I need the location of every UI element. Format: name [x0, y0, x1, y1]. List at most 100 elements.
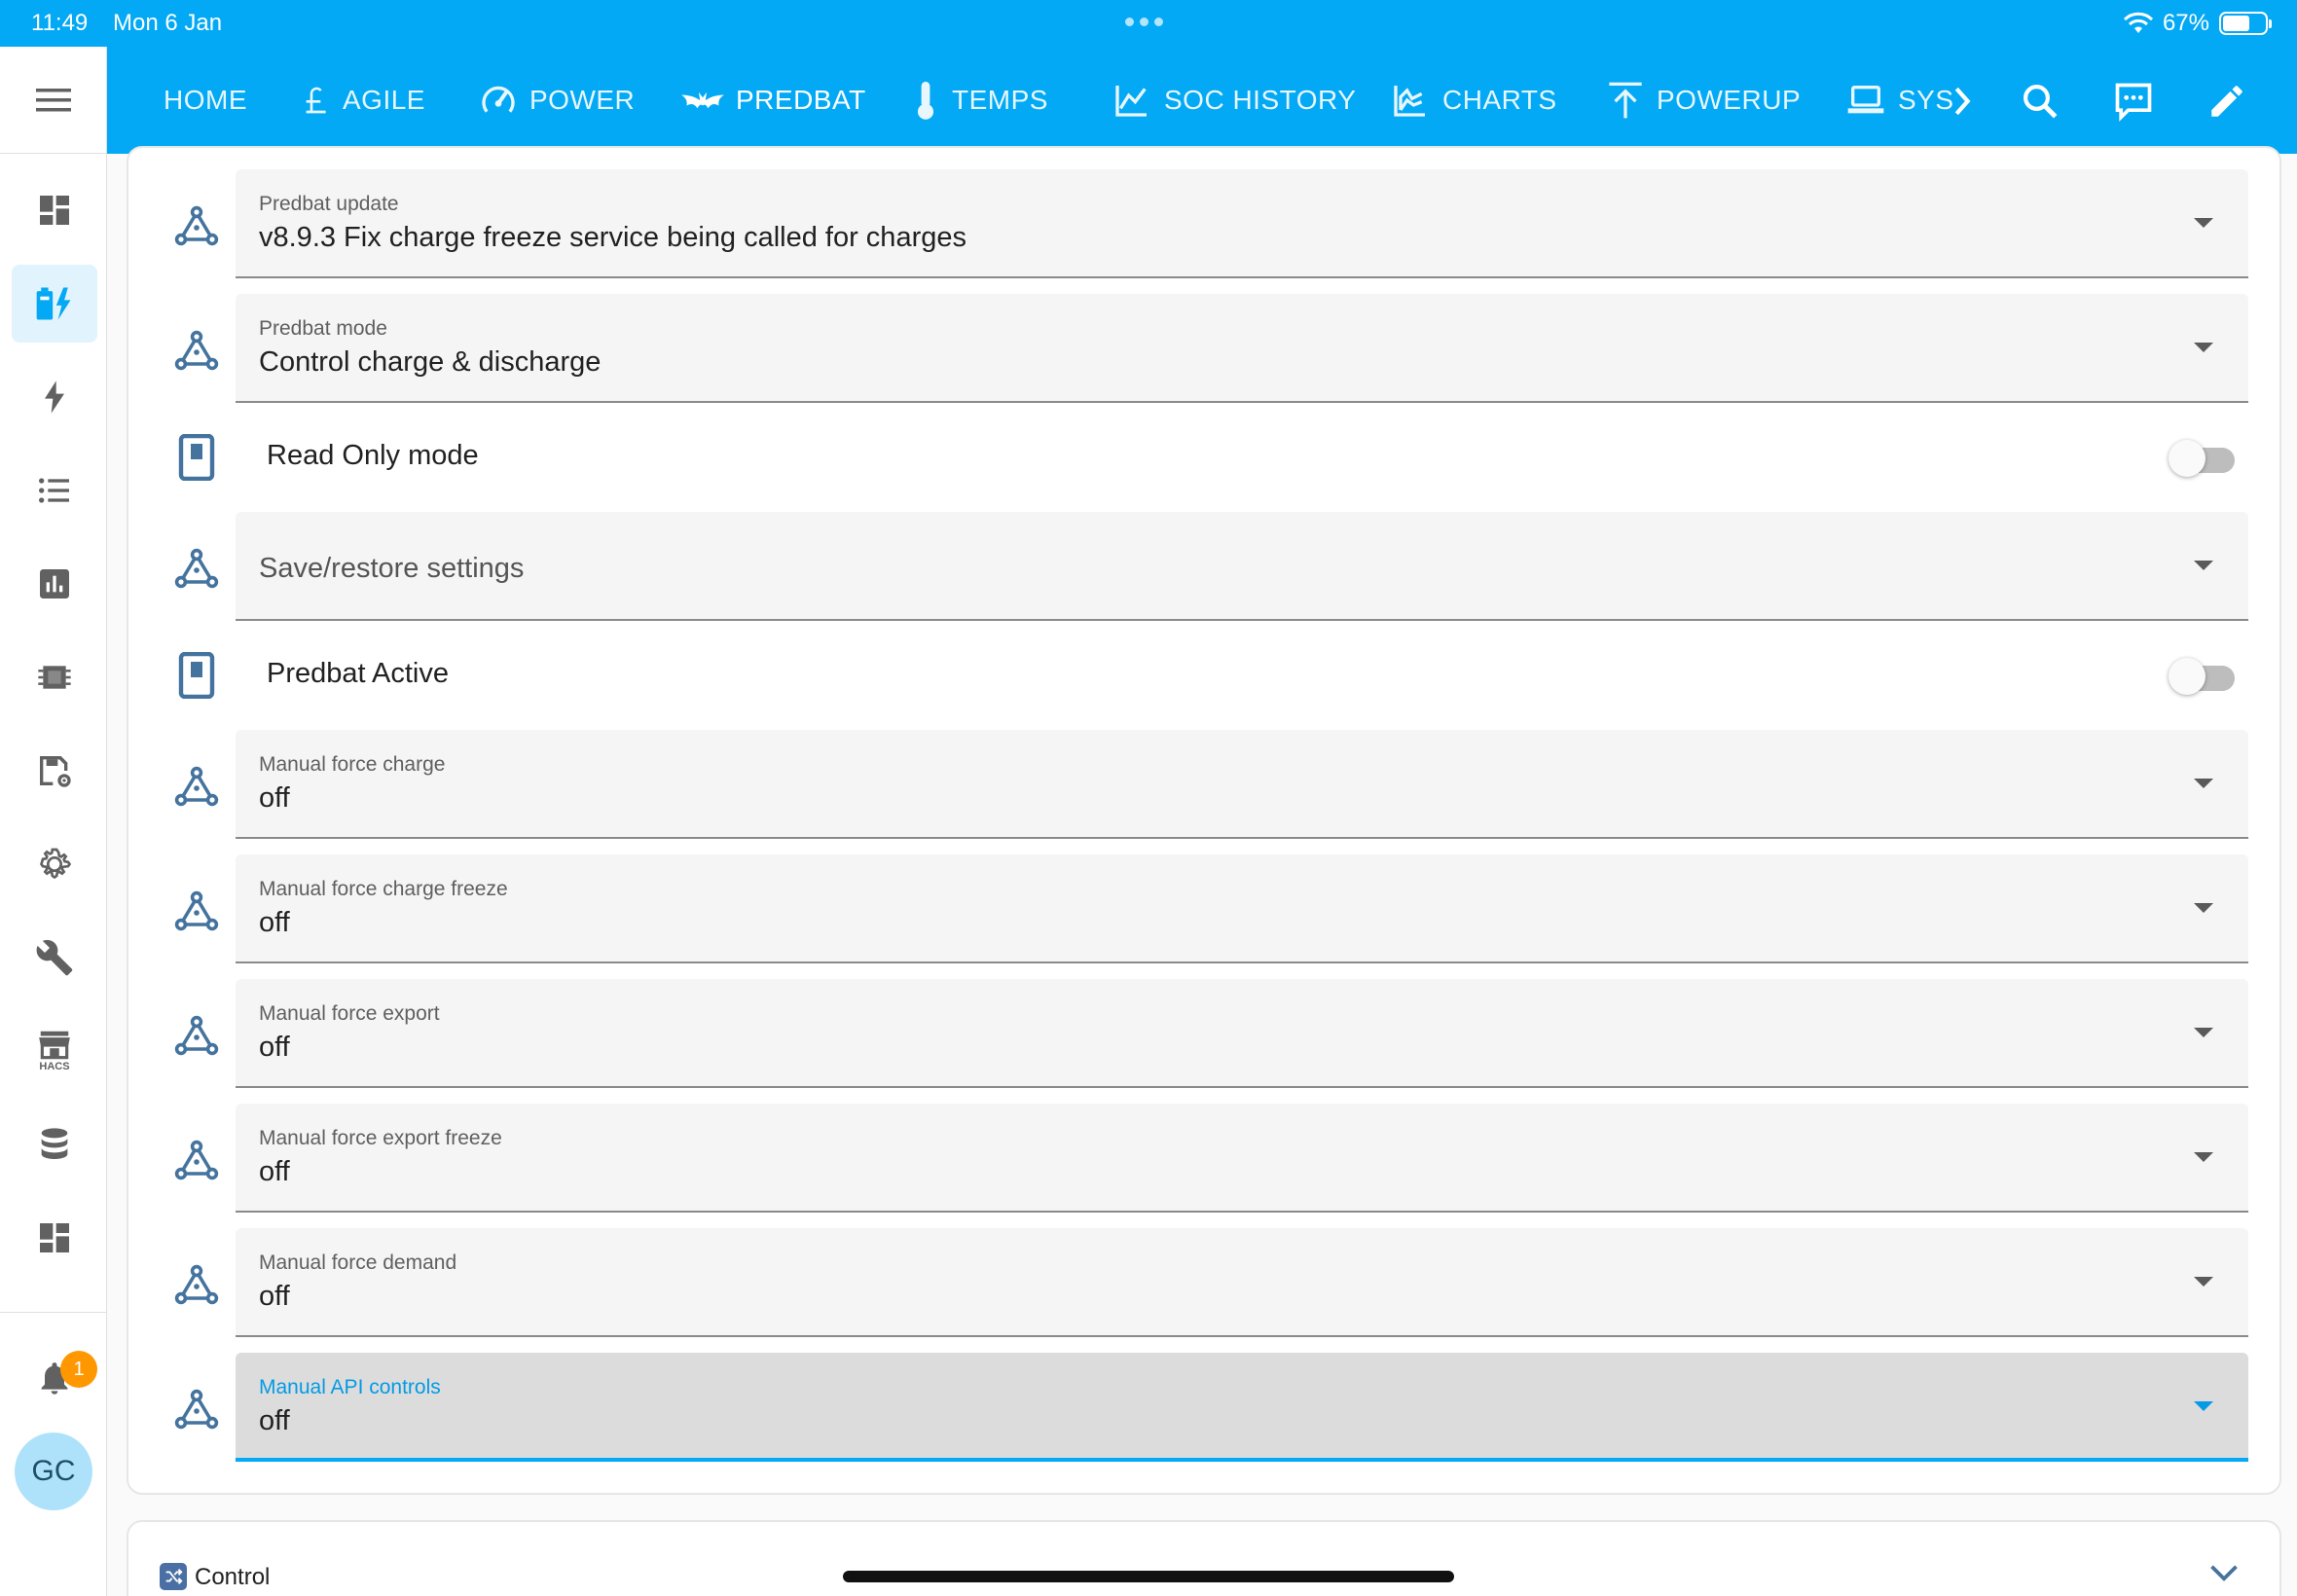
menu-button[interactable] — [0, 47, 107, 154]
expand-button[interactable] — [2209, 1563, 2239, 1587]
multitask-dots-icon[interactable] — [1125, 18, 1163, 26]
tab-charts[interactable]: CHARTS — [1390, 47, 1557, 154]
assist-button[interactable] — [2108, 76, 2159, 127]
tab-temps[interactable]: TEMPS — [911, 47, 1048, 154]
source-branch-icon — [174, 548, 219, 589]
lightning-icon — [45, 381, 64, 414]
wrench-icon — [36, 939, 73, 976]
row-icon — [169, 1382, 224, 1436]
avatar[interactable]: GC — [15, 1433, 92, 1510]
dropdown-arrow-icon — [2194, 343, 2213, 352]
chevron-down-icon — [2210, 1565, 2238, 1581]
upload-arrow-icon — [1609, 82, 1642, 119]
line-chart-icon — [1115, 86, 1147, 117]
bat-icon — [681, 91, 724, 109]
tab-power[interactable]: POWER — [479, 47, 635, 154]
tab-soc-history[interactable]: SOC HISTORY — [1112, 47, 1356, 154]
select-value: off — [259, 1281, 290, 1312]
pencil-icon — [2211, 86, 2242, 117]
row-icon — [169, 323, 224, 378]
row-icon — [169, 541, 224, 596]
toggle-label: Predbat Active — [267, 658, 449, 689]
row-icon — [169, 430, 224, 485]
hacs-store-icon — [39, 1031, 70, 1060]
toggle-read-only-mode[interactable] — [2169, 436, 2241, 481]
wifi-icon — [2123, 12, 2153, 35]
list-icon — [39, 478, 69, 503]
sidebar-item-battery[interactable] — [12, 265, 97, 343]
source-branch-icon — [174, 890, 219, 931]
dropdown-arrow-icon — [2194, 903, 2213, 913]
select-placeholder: Save/restore settings — [259, 553, 525, 584]
row-icon — [169, 199, 224, 253]
area-chart-icon — [1394, 86, 1425, 117]
sidebar-item-developer-tools[interactable] — [12, 919, 97, 997]
tab-predbat[interactable]: PREDBAT — [681, 47, 866, 154]
tabs-scroll-right-button[interactable] — [1937, 76, 1987, 127]
sidebar-item-dashboard-2[interactable] — [12, 1199, 97, 1277]
tab-agile[interactable]: AGILE — [300, 47, 425, 154]
select-label: Manual force export freeze — [259, 1127, 502, 1149]
select-value: off — [259, 1156, 290, 1187]
tab-powerup[interactable]: POWERUP — [1606, 47, 1801, 154]
select-manual-force-demand[interactable]: Manual force demand off — [236, 1228, 2248, 1337]
chip-icon — [38, 666, 71, 689]
status-date: Mon 6 Jan — [113, 10, 223, 36]
dashboard-icon — [40, 1223, 69, 1252]
sidebar-item-backup[interactable] — [12, 732, 97, 810]
battery-charge-icon — [36, 287, 71, 320]
shuffle-icon — [160, 1563, 187, 1590]
tab-label: TEMPS — [952, 85, 1048, 115]
select-manual-force-export[interactable]: Manual force export off — [236, 979, 2248, 1088]
sidebar-item-logbook[interactable] — [12, 452, 97, 529]
select-manual-force-export-freeze[interactable]: Manual force export freeze off — [236, 1104, 2248, 1213]
select-label: Predbat mode — [259, 317, 387, 340]
chat-icon — [2115, 83, 2152, 122]
row-icon — [169, 1008, 224, 1063]
home-indicator[interactable] — [843, 1571, 1454, 1582]
tab-home[interactable]: HOME — [164, 47, 247, 154]
sidebar-item-dashboard[interactable] — [12, 171, 97, 249]
dropdown-arrow-icon — [2194, 1152, 2213, 1162]
row-icon — [169, 759, 224, 814]
battery-icon — [2219, 12, 2272, 35]
tab-label: CHARTS — [1442, 85, 1557, 115]
tab-label: POWER — [529, 85, 636, 115]
sidebar-divider — [0, 1312, 107, 1313]
hacs-label: HACS — [39, 1061, 70, 1072]
source-branch-icon — [174, 1389, 219, 1430]
select-predbat-mode[interactable]: Predbat mode Control charge & discharge — [236, 294, 2248, 403]
dropdown-arrow-icon — [2194, 218, 2213, 228]
sidebar-item-devices[interactable] — [12, 638, 97, 716]
gear-icon — [40, 848, 72, 880]
search-button[interactable] — [2015, 76, 2065, 127]
dropdown-arrow-icon — [2194, 1401, 2213, 1411]
select-value: off — [259, 782, 290, 814]
select-manual-force-charge-freeze[interactable]: Manual force charge freeze off — [236, 854, 2248, 963]
select-manual-force-charge[interactable]: Manual force charge off — [236, 730, 2248, 839]
sidebar-item-hacs[interactable]: HACS — [12, 1012, 97, 1090]
tab-label: HOME — [164, 85, 247, 115]
edit-dashboard-button[interactable] — [2202, 76, 2252, 127]
hamburger-icon — [36, 88, 71, 111]
switch-icon — [178, 434, 215, 481]
sidebar-item-history[interactable] — [12, 545, 97, 623]
sidebar-item-settings[interactable] — [12, 825, 97, 903]
row-icon — [169, 1257, 224, 1312]
database-icon — [41, 1128, 68, 1159]
select-manual-api-controls[interactable]: Manual API controls off — [236, 1353, 2248, 1462]
select-save-restore-settings[interactable]: Save/restore settings — [236, 512, 2248, 621]
battery-percent: 67% — [2162, 10, 2209, 36]
toggle-predbat-active[interactable] — [2169, 654, 2241, 699]
select-predbat-update[interactable]: Predbat update v8.9.3 Fix charge freeze … — [236, 169, 2248, 278]
select-value: off — [259, 1405, 290, 1436]
row-icon — [169, 884, 224, 938]
laptop-icon — [1847, 86, 1884, 114]
tab-label: POWERUP — [1657, 85, 1802, 115]
sidebar-item-energy[interactable] — [12, 358, 97, 436]
select-value: off — [259, 907, 290, 938]
select-value: v8.9.3 Fix charge freeze service being c… — [259, 222, 966, 253]
select-label: Manual force charge — [259, 753, 446, 776]
tab-label: PREDBAT — [736, 85, 866, 115]
sidebar-item-database[interactable] — [12, 1106, 97, 1183]
